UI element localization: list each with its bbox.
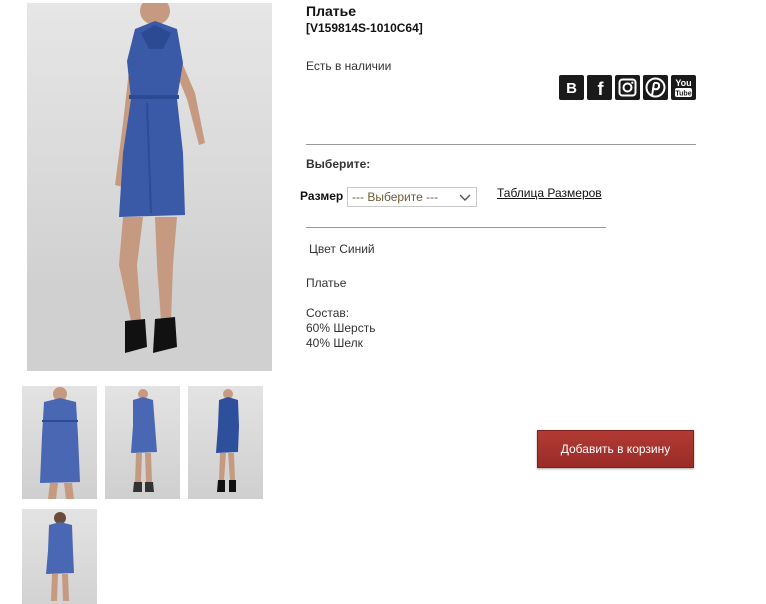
thumbnail-front[interactable] bbox=[22, 386, 97, 499]
thumbnail-front-full-figure bbox=[131, 389, 157, 492]
chevron-down-icon bbox=[459, 194, 471, 201]
product-description: Платье bbox=[306, 276, 347, 290]
facebook-icon[interactable]: f bbox=[587, 75, 612, 100]
composition-item: 40% Шелк bbox=[306, 336, 363, 350]
composition-title: Состав: bbox=[306, 306, 350, 320]
youtube-icon[interactable]: You Tube bbox=[671, 75, 696, 100]
choose-label: Выберите: bbox=[306, 157, 371, 171]
thumbnail-side-figure bbox=[216, 389, 239, 492]
vk-icon[interactable]: В bbox=[559, 75, 584, 100]
add-to-cart-label: Добавить в корзину bbox=[560, 442, 671, 456]
vk-glyph: В bbox=[566, 80, 577, 97]
youtube-glyph-bottom: Tube bbox=[675, 91, 691, 98]
thumbnail-front-full[interactable] bbox=[105, 386, 180, 499]
divider-middle bbox=[306, 227, 606, 228]
thumbnail-front-figure bbox=[40, 387, 80, 499]
add-to-cart-button[interactable]: Добавить в корзину bbox=[537, 430, 694, 468]
composition-item: 60% Шерсть bbox=[306, 321, 376, 335]
thumbnail-side[interactable] bbox=[188, 386, 263, 499]
main-product-photo[interactable] bbox=[27, 3, 272, 371]
instagram-icon[interactable] bbox=[615, 75, 640, 100]
size-select-value: --- Выберите --- bbox=[352, 190, 439, 204]
size-table-link[interactable]: Таблица Размеров bbox=[497, 186, 602, 200]
product-sku: [V159814S-1010C64] bbox=[306, 21, 423, 35]
dress-model-figure bbox=[27, 3, 272, 371]
divider-top bbox=[306, 144, 696, 145]
size-select[interactable]: --- Выберите --- bbox=[347, 187, 477, 207]
color-text: Цвет Синий bbox=[309, 242, 375, 256]
size-label: Размер bbox=[300, 189, 344, 203]
pinterest-icon[interactable] bbox=[643, 75, 668, 100]
thumbnail-back[interactable] bbox=[22, 509, 97, 604]
facebook-glyph: f bbox=[598, 79, 605, 99]
stock-status: Есть в наличии bbox=[306, 59, 392, 73]
youtube-glyph-top: You bbox=[675, 78, 691, 88]
product-title: Платье bbox=[306, 3, 356, 19]
thumbnail-back-figure bbox=[46, 512, 74, 601]
